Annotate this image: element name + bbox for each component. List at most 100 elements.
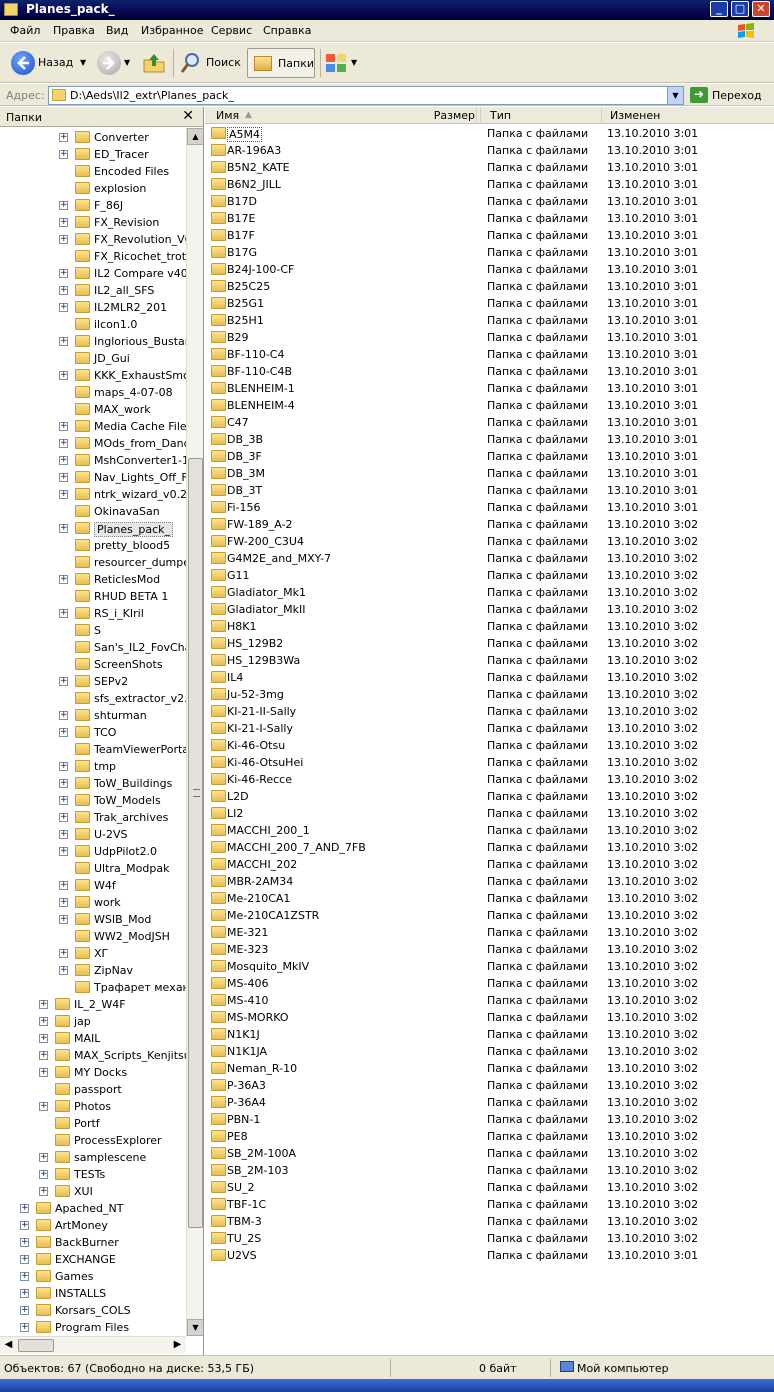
file-row[interactable]: HS_129B2 Папка с файлами 13.10.2010 3:02 [205,635,774,652]
scroll-down-icon[interactable]: ▼ [187,1319,203,1336]
tree-item[interactable]: + Planes_pack_ [0,520,186,537]
file-row[interactable]: Neman_R-10 Папка с файлами 13.10.2010 3:02 [205,1060,774,1077]
scroll-left-icon[interactable]: ◀ [0,1337,17,1354]
file-row[interactable]: B25H1 Папка с файлами 13.10.2010 3:01 [205,312,774,329]
expand-icon[interactable]: + [39,1068,48,1077]
expand-icon[interactable]: + [39,1187,48,1196]
tree-item[interactable]: + IL_2_W4F [0,996,186,1013]
views-icon[interactable] [325,53,349,73]
expand-icon[interactable]: + [59,813,68,822]
tree-item[interactable]: + ntrk_wizard_v0.2 [0,486,186,503]
file-row[interactable]: Ju-52-3mg Папка с файлами 13.10.2010 3:02 [205,686,774,703]
file-row[interactable]: ME-323 Папка с файлами 13.10.2010 3:02 [205,941,774,958]
file-row[interactable]: C47 Папка с файлами 13.10.2010 3:01 [205,414,774,431]
file-row[interactable]: N1K1JA Папка с файлами 13.10.2010 3:02 [205,1043,774,1060]
tree-item[interactable]: + jap [0,1013,186,1030]
tree-item[interactable]: + ToW_Models [0,792,186,809]
tree-item[interactable]: + TCO [0,724,186,741]
tree-item[interactable]: + ReticlesMod [0,571,186,588]
expand-icon[interactable]: + [59,456,68,465]
tree-item[interactable]: Ultra_Modpak [0,860,186,877]
tree-item[interactable]: + Photos [0,1098,186,1115]
expand-icon[interactable]: + [59,609,68,618]
file-row[interactable]: B17G Папка с файлами 13.10.2010 3:01 [205,244,774,261]
tree-item[interactable]: + TESTs [0,1166,186,1183]
expand-icon[interactable]: + [59,728,68,737]
tree-item[interactable]: + RS_i_KIril [0,605,186,622]
file-row[interactable]: MS-MORKO Папка с файлами 13.10.2010 3:02 [205,1009,774,1026]
menu-help[interactable]: Справка [263,24,311,37]
tree-item[interactable]: explosion [0,180,186,197]
column-size[interactable]: Размер [405,107,481,124]
file-row[interactable]: Ki-46-OtsuHei Папка с файлами 13.10.2010 3… [205,754,774,771]
file-row[interactable]: DB_3T Папка с файлами 13.10.2010 3:01 [205,482,774,499]
tree-item[interactable]: maps_4-07-08 [0,384,186,401]
file-row[interactable]: MACCHI_202 Папка с файлами 13.10.2010 3:02 [205,856,774,873]
menu-tools[interactable]: Сервис [211,24,252,37]
expand-icon[interactable]: + [39,1170,48,1179]
tree-item[interactable]: ScreenShots [0,656,186,673]
expand-icon[interactable]: + [59,915,68,924]
tree-item[interactable]: + Inglorious_Bustard [0,333,186,350]
tree-item[interactable]: + Nav_Lights_Off_Fo [0,469,186,486]
tree-item[interactable]: pretty_blood5 [0,537,186,554]
tree-item[interactable]: + WSIB_Mod [0,911,186,928]
file-row[interactable]: B24J-100-CF Папка с файлами 13.10.2010 3:0… [205,261,774,278]
expand-icon[interactable]: + [59,269,68,278]
file-row[interactable]: Ki-46-Recce Папка с файлами 13.10.2010 3:0… [205,771,774,788]
expand-icon[interactable]: + [59,796,68,805]
tree-item[interactable]: + Trak_archives [0,809,186,826]
tree-item[interactable]: + MAX_Scripts_Kenjitsu [0,1047,186,1064]
expand-icon[interactable]: + [59,677,68,686]
go-button[interactable]: Переход [712,89,762,102]
tree-item[interactable]: WW2_ModJSH [0,928,186,945]
file-row[interactable]: SB_2M-100A Папка с файлами 13.10.2010 3:02 [205,1145,774,1162]
expand-icon[interactable]: + [59,949,68,958]
expand-icon[interactable]: + [59,235,68,244]
expand-icon[interactable]: + [59,847,68,856]
menu-edit[interactable]: Правка [53,24,95,37]
menu-favorites[interactable]: Избранное [141,24,203,37]
expand-icon[interactable]: + [59,898,68,907]
expand-icon[interactable]: + [39,1153,48,1162]
tree-item[interactable]: sfs_extractor_v2.0 [0,690,186,707]
file-row[interactable]: B17F Папка с файлами 13.10.2010 3:01 [205,227,774,244]
tree-item[interactable]: Трафарет механи [0,979,186,996]
close-button[interactable]: ✕ [752,1,770,17]
file-row[interactable]: Fi-156 Папка с файлами 13.10.2010 3:01 [205,499,774,516]
tree-item[interactable]: + ZipNav [0,962,186,979]
tree-item[interactable]: S [0,622,186,639]
folder-up-icon[interactable] [142,52,166,74]
file-row[interactable]: MACCHI_200_1 Папка с файлами 13.10.2010 3:… [205,822,774,839]
forward-dropdown-icon[interactable]: ▼ [124,58,130,67]
file-row[interactable]: P-36A3 Папка с файлами 13.10.2010 3:02 [205,1077,774,1094]
menu-view[interactable]: Вид [106,24,128,37]
back-label[interactable]: Назад [38,56,73,69]
file-row[interactable]: L2D Папка с файлами 13.10.2010 3:02 [205,788,774,805]
tree-item[interactable]: + FX_Revision [0,214,186,231]
expand-icon[interactable]: + [20,1323,29,1332]
tree-item[interactable]: JD_Gui [0,350,186,367]
file-row[interactable]: MS-406 Папка с файлами 13.10.2010 3:02 [205,975,774,992]
expand-icon[interactable]: + [59,711,68,720]
tree-item[interactable]: + W4f [0,877,186,894]
tree-item[interactable]: + Apached_NT [0,1200,186,1217]
tree-item[interactable]: Portf [0,1115,186,1132]
scroll-thumb[interactable] [188,458,203,1228]
file-row[interactable]: Ki-46-Otsu Папка с файлами 13.10.2010 3:02 [205,737,774,754]
file-row[interactable]: DB_3F Папка с файлами 13.10.2010 3:01 [205,448,774,465]
back-button[interactable] [11,51,35,75]
tree-item[interactable]: + MshConverter1-18 [0,452,186,469]
expand-icon[interactable]: + [59,779,68,788]
go-arrow-icon[interactable]: ➜ [690,87,708,103]
tree-item[interactable]: + U-2VS [0,826,186,843]
forward-button[interactable] [97,51,121,75]
tree-item[interactable]: ProcessExplorer [0,1132,186,1149]
expand-icon[interactable]: + [39,1034,48,1043]
tree-item[interactable]: + ED_Tracer [0,146,186,163]
file-row[interactable]: B17E Папка с файлами 13.10.2010 3:01 [205,210,774,227]
expand-icon[interactable]: + [59,201,68,210]
address-path[interactable]: D:\Aeds\Il2_extr\Planes_pack_ [70,89,234,102]
folder-tree-vertical-scrollbar[interactable]: ▲ ▼ [186,128,203,1336]
expand-icon[interactable]: + [59,473,68,482]
